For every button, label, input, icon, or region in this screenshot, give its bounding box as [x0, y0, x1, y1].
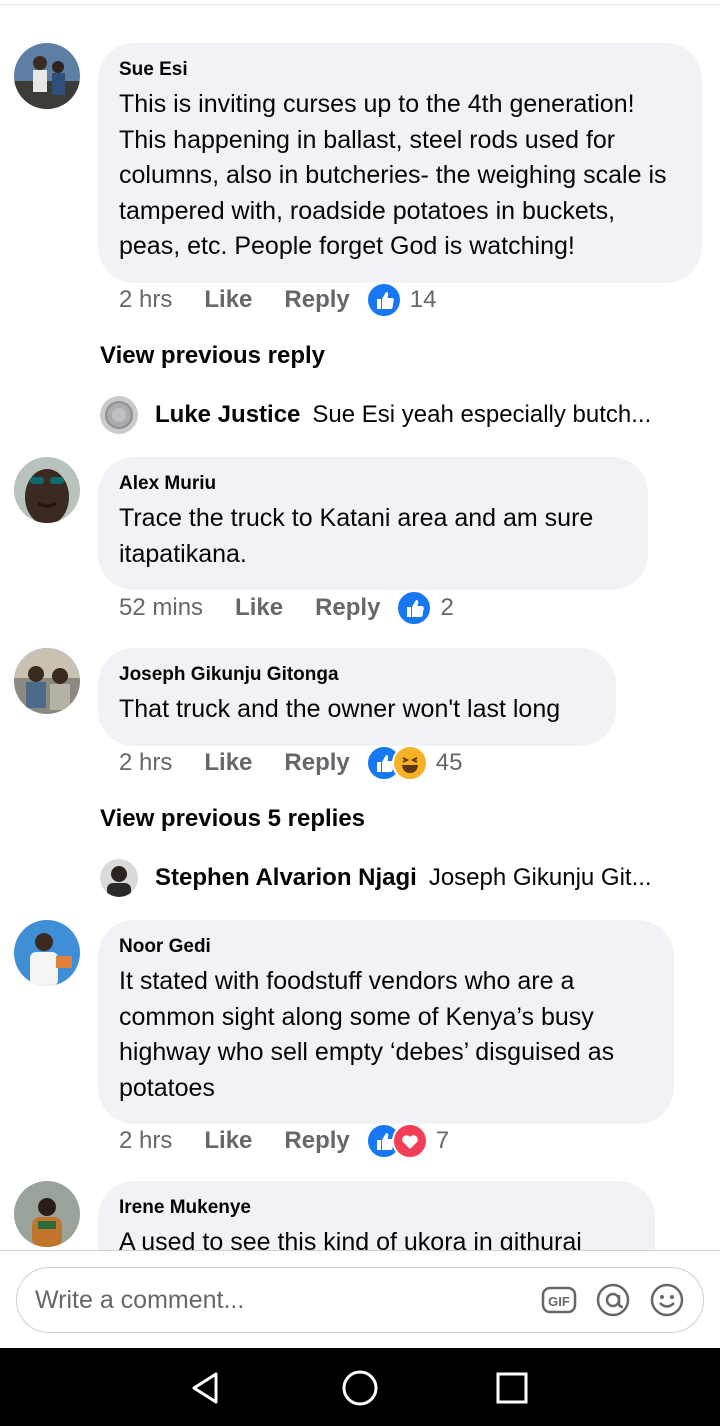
reaction-count: 2: [440, 594, 454, 621]
comment-time[interactable]: 2 hrs: [119, 286, 172, 314]
reaction-count: 7: [435, 1127, 450, 1154]
svg-text:GIF: GIF: [548, 1294, 570, 1309]
like-reaction-icon: [365, 282, 402, 318]
comment-text: A used to see this kind of ukora in gith…: [119, 1228, 582, 1250]
comment-bubble[interactable]: Alex Muriu Trace the truck to Katani are…: [98, 457, 648, 590]
back-nav-icon[interactable]: [186, 1368, 226, 1408]
reply-author[interactable]: Luke Justice: [155, 401, 300, 429]
like-button[interactable]: Like: [235, 594, 283, 622]
view-previous-replies-link[interactable]: View previous 5 replies: [100, 805, 365, 833]
comment-text: Trace the truck to Katani area and am su…: [119, 504, 594, 568]
reaction-summary[interactable]: 2: [396, 590, 454, 626]
reply-text: Sue Esi yeah especially butch...: [312, 401, 652, 428]
at-mention-icon[interactable]: [595, 1282, 631, 1318]
comment-input-placeholder: Write a comment...: [35, 1286, 245, 1314]
view-previous-replies-link[interactable]: View previous reply: [100, 342, 325, 370]
like-button[interactable]: Like: [204, 749, 252, 777]
comment-actions: 52 mins Like Reply 2: [119, 590, 454, 626]
comment-author[interactable]: Noor Gedi: [119, 936, 652, 958]
reply-preview[interactable]: Luke Justice Sue Esi yeah especially but…: [100, 396, 651, 434]
avatar: [100, 396, 138, 434]
reaction-count: 14: [409, 286, 437, 313]
haha-reaction-icon: [391, 745, 428, 781]
like-button[interactable]: Like: [204, 1127, 252, 1155]
comment-actions: 2 hrs Like Reply 14: [119, 282, 436, 318]
comment-composer-bar: Write a comment... GIF: [0, 1250, 720, 1349]
love-reaction-icon: [391, 1123, 428, 1159]
comment-actions: 2 hrs Like Reply 45: [119, 745, 462, 781]
like-reaction-icon: [396, 590, 433, 626]
comment-bubble[interactable]: Noor Gedi It stated with foodstuff vendo…: [98, 920, 674, 1124]
reply-button[interactable]: Reply: [284, 749, 349, 777]
comment-text: It stated with foodstuff vendors who are…: [119, 967, 615, 1102]
avatar[interactable]: [14, 457, 80, 523]
home-nav-icon[interactable]: [340, 1368, 380, 1408]
comment-input[interactable]: Write a comment... GIF: [16, 1267, 704, 1333]
emoji-icon[interactable]: [649, 1282, 685, 1318]
reaction-summary[interactable]: 45: [365, 745, 463, 781]
comment-time[interactable]: 2 hrs: [119, 1127, 172, 1155]
like-button[interactable]: Like: [204, 286, 252, 314]
reaction-summary[interactable]: 7: [365, 1123, 450, 1159]
reply-button[interactable]: Reply: [315, 594, 380, 622]
comment-bubble[interactable]: Irene Mukenye A used to see this kind of…: [98, 1181, 655, 1250]
system-navigation-bar: [0, 1348, 720, 1426]
comment-author[interactable]: Sue Esi: [119, 59, 680, 81]
gif-icon[interactable]: GIF: [541, 1282, 577, 1318]
reply-button[interactable]: Reply: [284, 286, 349, 314]
avatar[interactable]: [14, 43, 80, 109]
reply-button[interactable]: Reply: [284, 1127, 349, 1155]
reply-text: Joseph Gikunju Git...: [428, 864, 652, 891]
comment-text: That truck and the owner won't last long: [119, 695, 561, 723]
comment-author[interactable]: Irene Mukenye: [119, 1197, 633, 1219]
comment-author[interactable]: Joseph Gikunju Gitonga: [119, 664, 594, 686]
comment-time[interactable]: 52 mins: [119, 594, 203, 622]
comment-bubble[interactable]: Joseph Gikunju Gitonga That truck and th…: [98, 648, 616, 746]
reaction-count: 45: [435, 749, 463, 776]
comments-feed[interactable]: Sue Esi This is inviting curses up to th…: [0, 0, 720, 1250]
reply-preview[interactable]: Stephen Alvarion Njagi Joseph Gikunju Gi…: [100, 859, 652, 897]
comment-author[interactable]: Alex Muriu: [119, 473, 626, 495]
avatar: [100, 859, 138, 897]
avatar[interactable]: [14, 920, 80, 986]
reaction-summary[interactable]: 14: [365, 282, 437, 318]
comment-text: This is inviting curses up to the 4th ge…: [119, 90, 667, 260]
comment-time[interactable]: 2 hrs: [119, 749, 172, 777]
comment-actions: 2 hrs Like Reply 7: [119, 1123, 449, 1159]
avatar[interactable]: [14, 648, 80, 714]
reply-author[interactable]: Stephen Alvarion Njagi: [155, 864, 417, 892]
recents-nav-icon[interactable]: [492, 1368, 532, 1408]
comment-bubble[interactable]: Sue Esi This is inviting curses up to th…: [98, 43, 702, 283]
avatar[interactable]: [14, 1181, 80, 1247]
